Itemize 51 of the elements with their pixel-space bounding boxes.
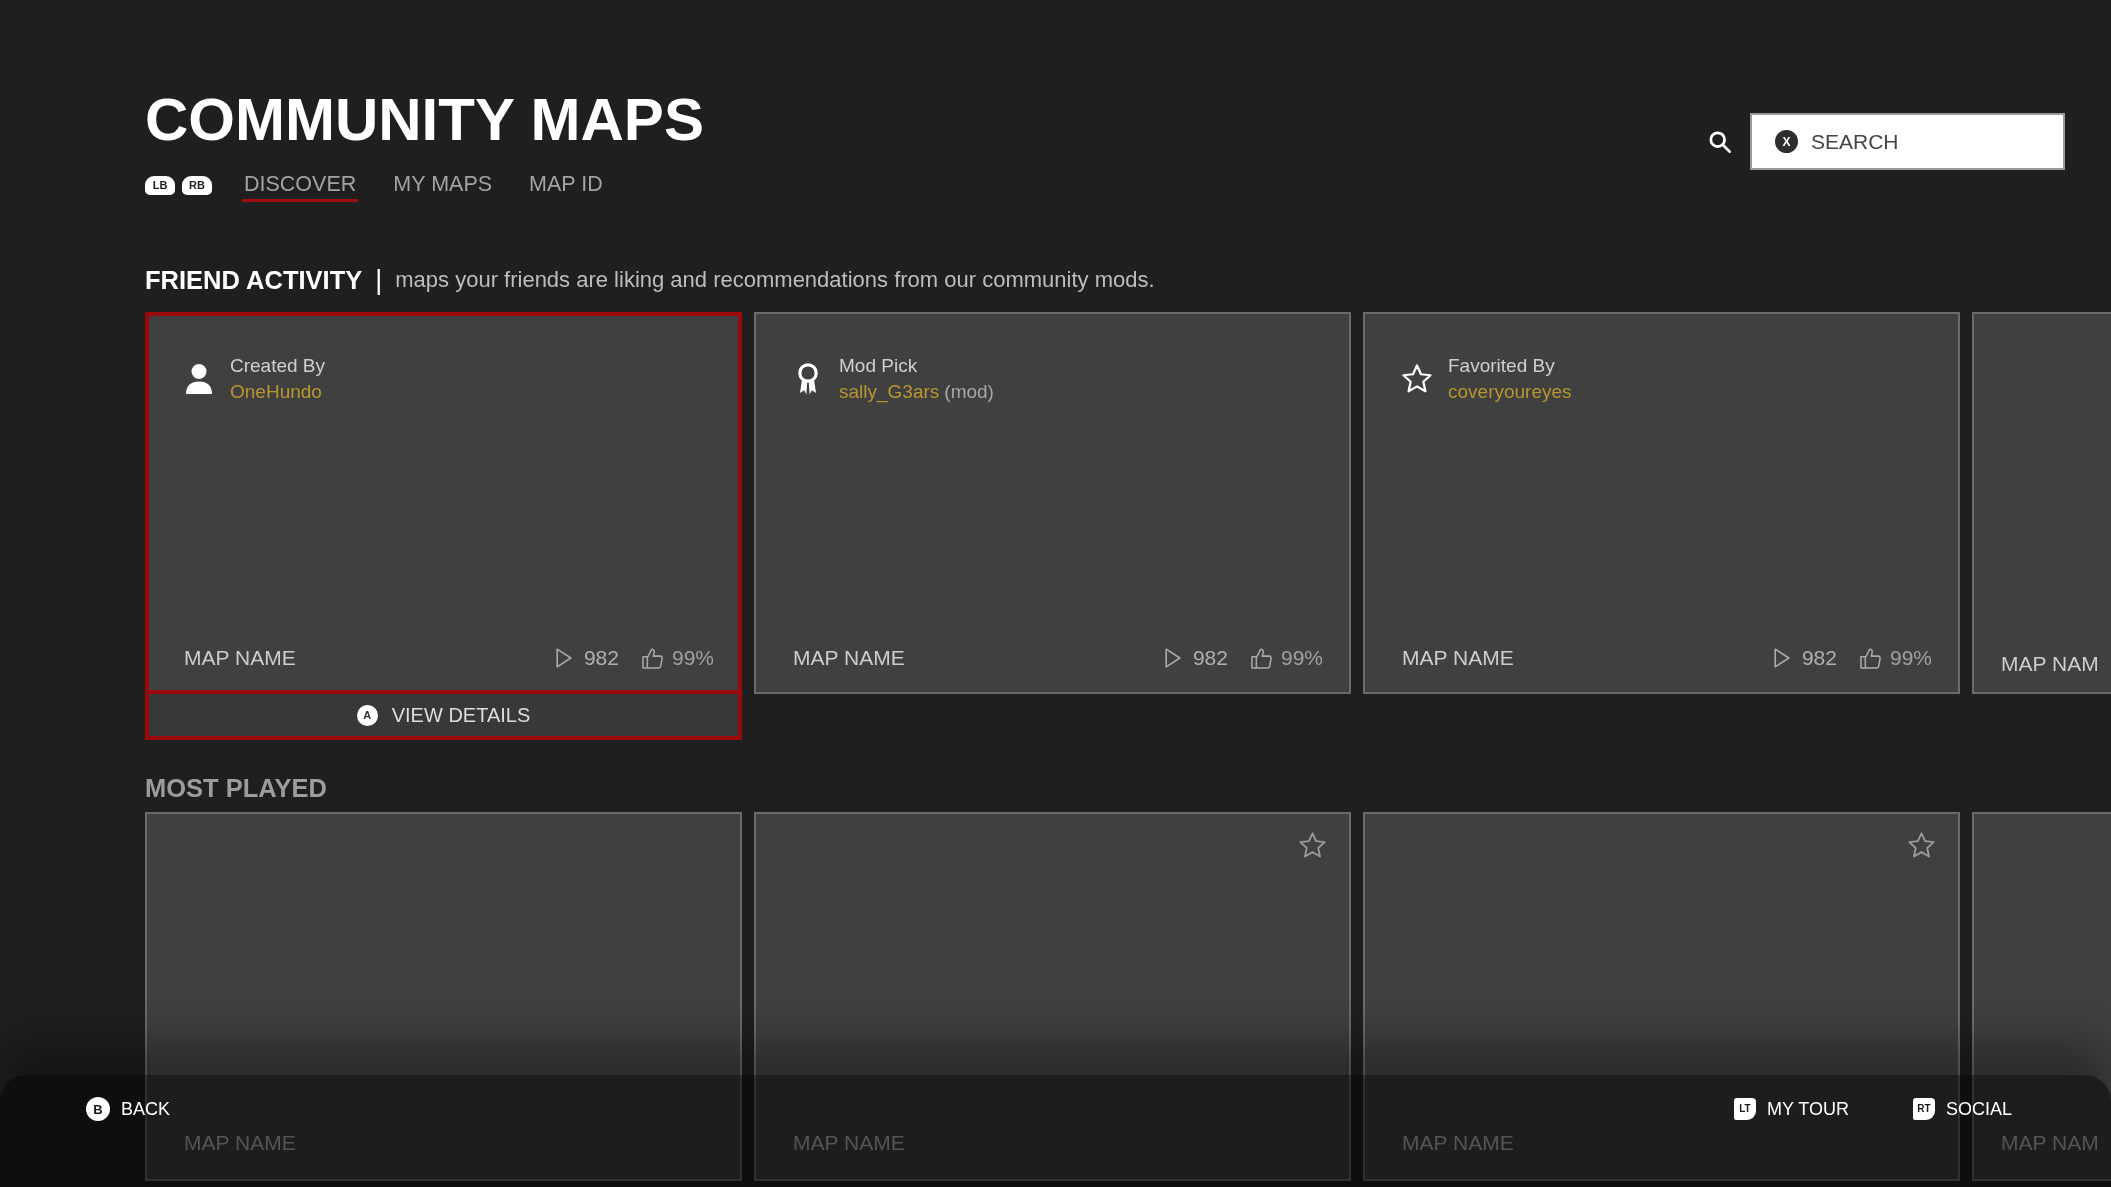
map-card[interactable]: Created By OneHundo MAP NAME 982 99% (145, 312, 742, 694)
map-name: MAP NAME (1402, 1130, 1514, 1156)
tab[interactable]: DISCOVER (242, 169, 359, 202)
key-hint: A (356, 704, 378, 726)
person-icon (186, 364, 212, 394)
trigger-key-hint: LT (1733, 1098, 1756, 1120)
key-hint: B (86, 1097, 110, 1121)
map-card[interactable]: Favorited By coveryoureyes MAP NAME 982 99% (1363, 312, 1960, 694)
section-title: MOST PLAYED (145, 773, 327, 803)
search-icon (1709, 130, 1731, 153)
activity-label: Favorited By (1448, 354, 1555, 378)
map-name: MAP NAME (793, 1130, 905, 1156)
rating: 99% (671, 645, 714, 671)
footer-action[interactable]: LT MY TOUR (1733, 1097, 1849, 1121)
map-name: MAP NAME (184, 645, 296, 671)
rating: 99% (1280, 645, 1323, 671)
rosette-icon (797, 363, 819, 395)
user-name: sally_G3ars (839, 380, 940, 405)
thumbs-up-icon (1250, 647, 1272, 669)
user-note: (mod) (944, 380, 994, 404)
trigger-key-hint: RT (1912, 1098, 1935, 1120)
map-card[interactable]: MAP NAM (1972, 312, 2111, 694)
map-name: MAP NAME (793, 645, 905, 671)
user-name: coveryoureyes (1448, 380, 1572, 404)
play-count: 982 (1801, 645, 1837, 671)
bumper-key-hint: RB (182, 176, 212, 195)
activity-label: Created By (230, 354, 326, 378)
view-details-button[interactable]: A VIEW DETAILS (145, 694, 742, 740)
page-title: COMMUNITY MAPS (145, 90, 704, 150)
separator: | (375, 265, 383, 295)
map-name: MAP NAM (2001, 1130, 2099, 1156)
section-title: FRIEND ACTIVITY (145, 265, 363, 295)
play-count: 982 (583, 645, 619, 671)
play-icon (1164, 648, 1181, 668)
activity-label: Mod Pick (839, 354, 918, 378)
star-icon (1402, 364, 1432, 394)
map-name: MAP NAME (1402, 645, 1514, 671)
map-name: MAP NAME (184, 1130, 296, 1156)
section-description: maps your friends are liking and recommendations from our community mods. (395, 266, 1155, 294)
thumbs-up-icon (1859, 647, 1881, 669)
play-icon (555, 648, 572, 668)
tab[interactable]: MY MAPS (391, 169, 495, 202)
play-icon (1773, 648, 1790, 668)
tab[interactable]: MAP ID (527, 169, 605, 202)
map-name: MAP NAM (2001, 651, 2099, 677)
bumper-key-hint: LB (145, 176, 175, 195)
map-card[interactable]: Mod Pick sally_G3ars (mod) MAP NAME 982 99% (754, 312, 1351, 694)
rating: 99% (1889, 645, 1932, 671)
play-count: 982 (1192, 645, 1228, 671)
thumbs-up-icon (641, 647, 663, 669)
user-name: OneHundo (230, 380, 322, 404)
